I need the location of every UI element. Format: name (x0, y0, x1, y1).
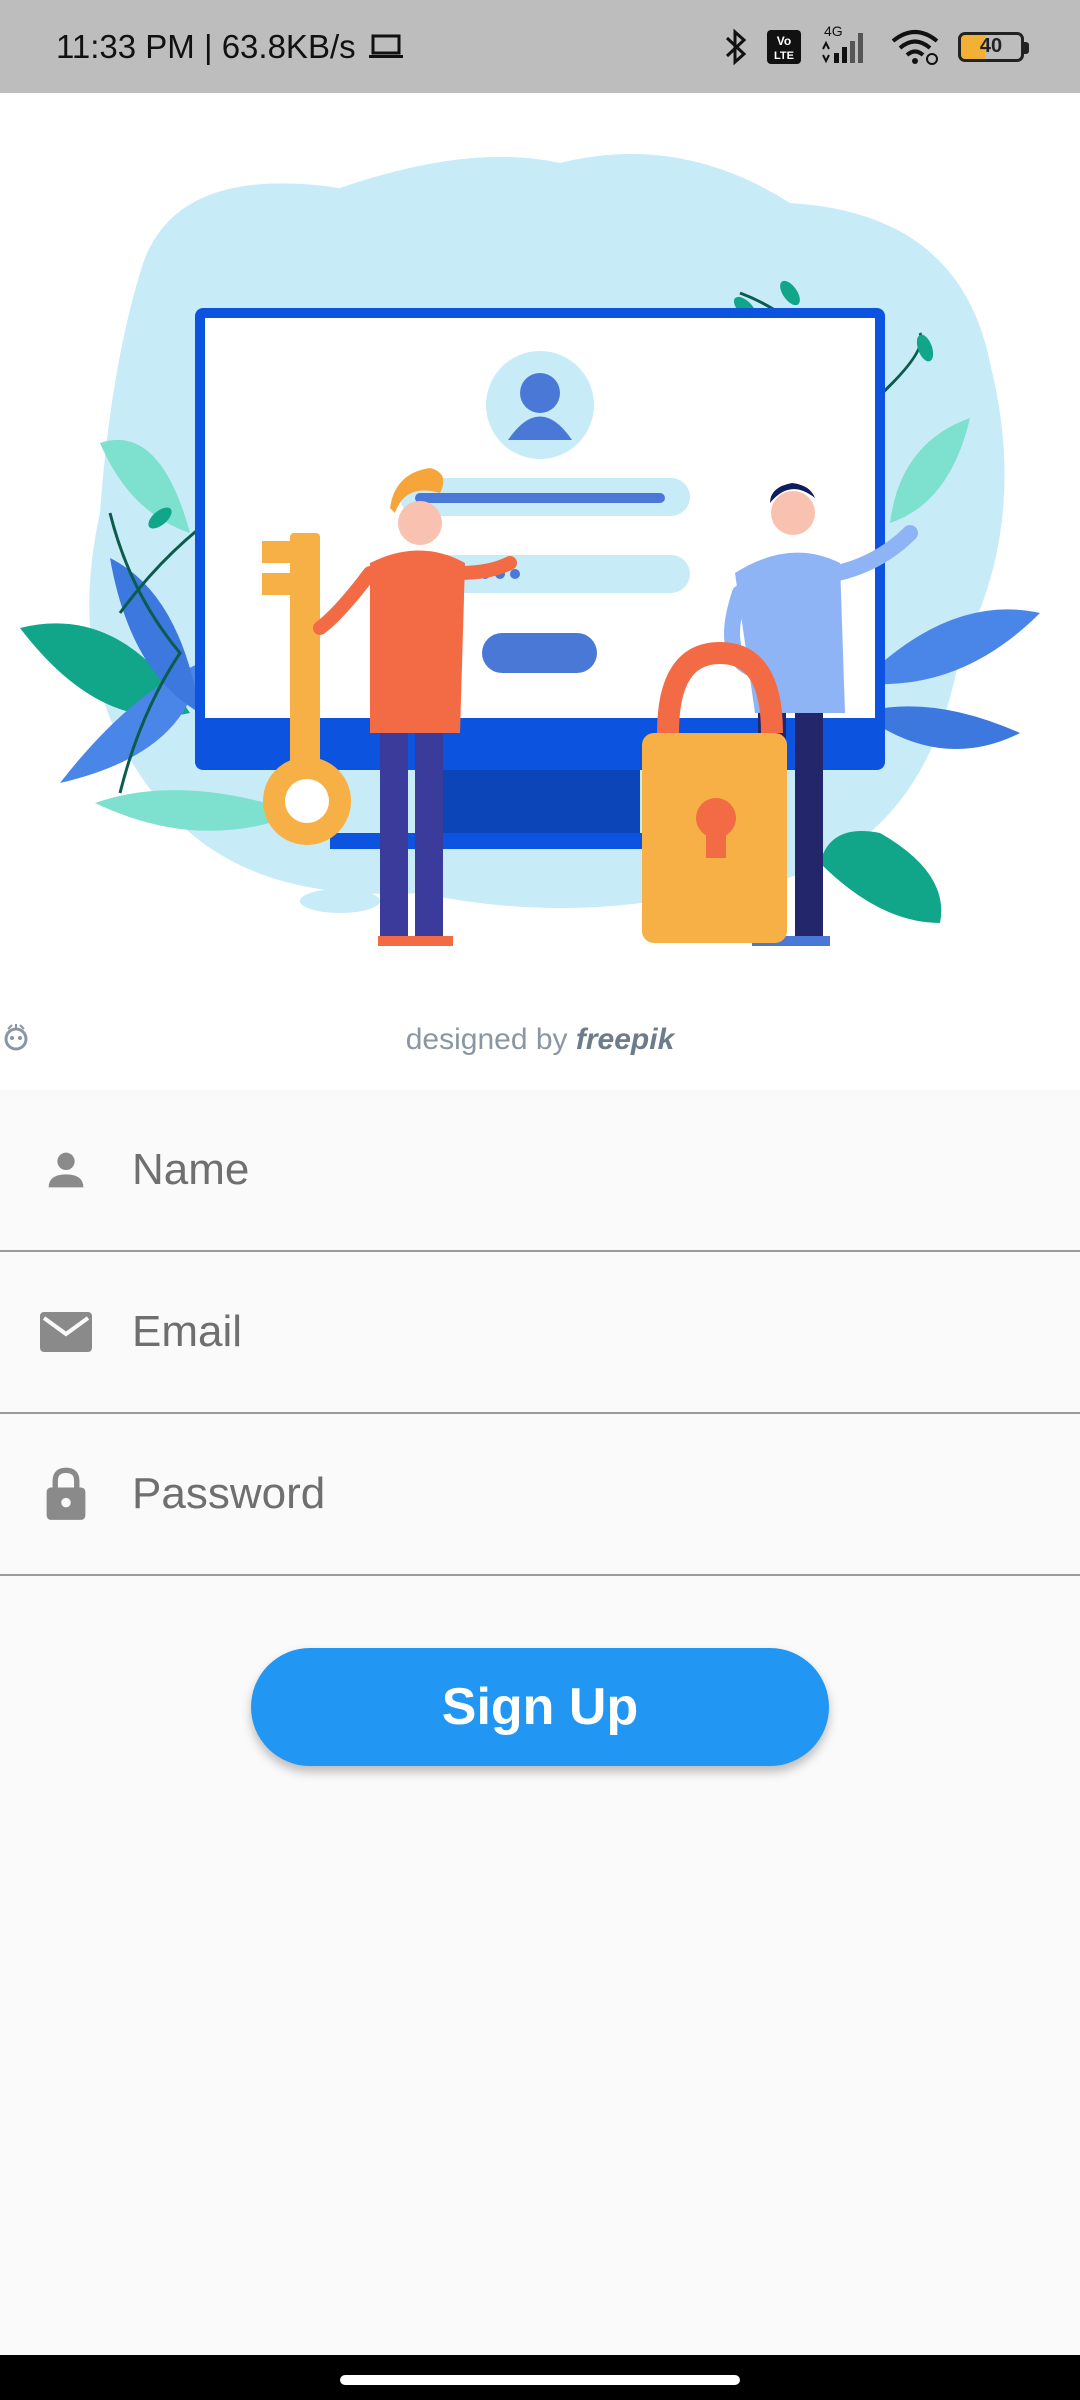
email-field (0, 1252, 1080, 1414)
mail-icon (38, 1304, 94, 1360)
signup-form (0, 1090, 1080, 1576)
svg-text:Vo: Vo (777, 34, 791, 48)
email-input[interactable] (132, 1307, 1032, 1357)
login-illustration (20, 154, 1040, 946)
home-indicator[interactable] (340, 2375, 740, 2385)
status-left: 11:33 PM | 63.8KB/s (56, 28, 404, 66)
bluetooth-icon (724, 28, 748, 66)
password-field (0, 1414, 1080, 1576)
password-input[interactable] (132, 1469, 1032, 1519)
person-icon (38, 1142, 94, 1198)
status-time-speed: 11:33 PM | 63.8KB/s (56, 27, 356, 65)
name-field (0, 1090, 1080, 1252)
svg-text:LTE: LTE (774, 50, 794, 62)
wifi-icon (890, 29, 940, 65)
laptop-icon (368, 33, 404, 61)
hero-illustration: designed by freepik (0, 93, 1080, 1090)
credit-prefix: designed by (405, 1023, 568, 1056)
signup-button[interactable]: Sign Up (251, 1648, 829, 1766)
lock-icon (38, 1466, 94, 1522)
status-right: Vo LTE 4G 40 (724, 23, 1029, 66)
battery-icon: 40 (958, 31, 1029, 62)
signup-wrap: Sign Up (0, 1648, 1080, 1766)
name-input[interactable] (132, 1145, 1032, 1195)
battery-level: 40 (979, 35, 1003, 57)
signal-icon: 4G (820, 23, 872, 65)
status-bar: 11:33 PM | 63.8KB/s Vo LTE 4G 40 (0, 0, 1080, 93)
network-type-label: 4G (824, 22, 843, 39)
volte-icon: Vo LTE (766, 29, 802, 65)
credit-brand: freepik (575, 1023, 675, 1056)
image-credit: designed by freepik (0, 1023, 1080, 1057)
navigation-bar (0, 2355, 1080, 2400)
